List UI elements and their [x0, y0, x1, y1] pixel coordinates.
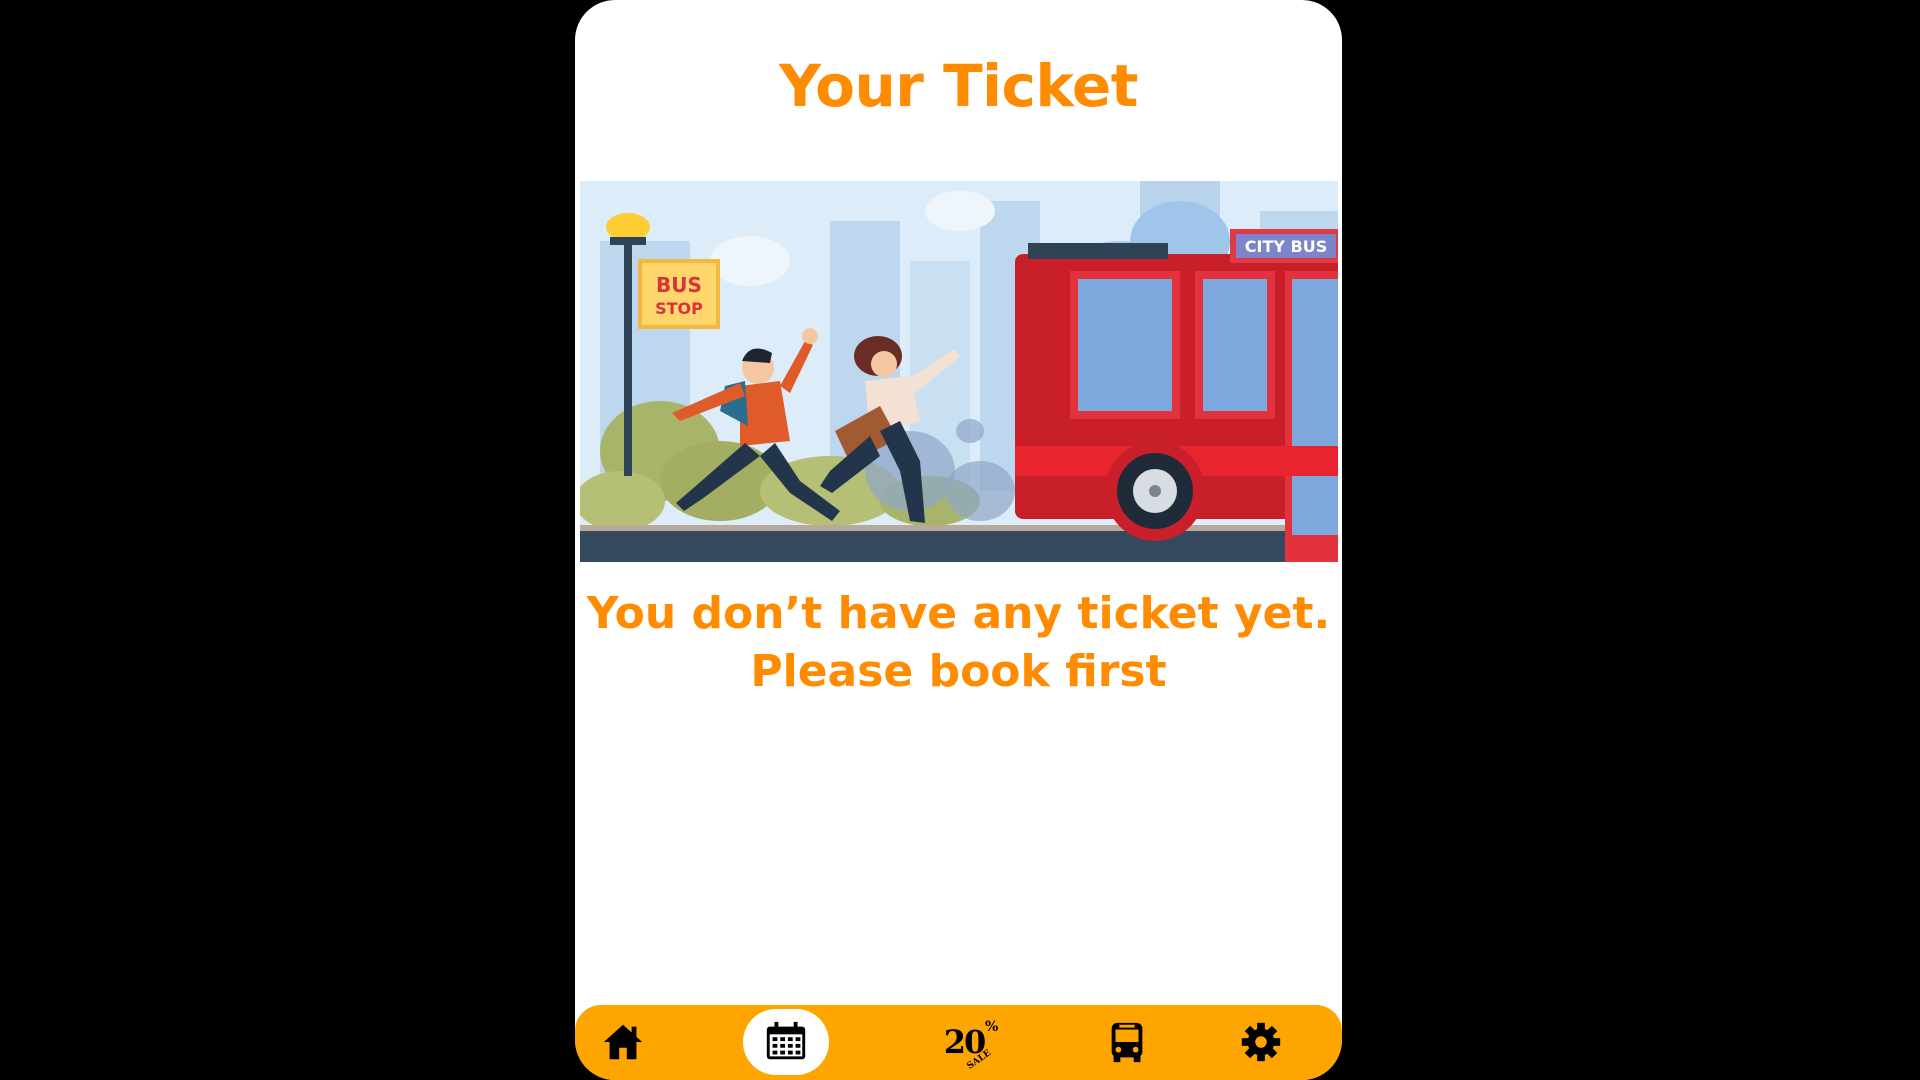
home-icon	[603, 1024, 643, 1060]
phone-screen: Your Ticket BUS STOP CITY BUS You don’t …	[575, 0, 1342, 1080]
bus-stop-sign-line2: STOP	[655, 299, 703, 318]
nav-sale[interactable]: 20 % SALE	[921, 1009, 1007, 1075]
page-title: Your Ticket	[778, 52, 1139, 120]
city-bus-sign: CITY BUS	[1245, 237, 1327, 256]
empty-ticket-illustration: BUS STOP CITY BUS	[580, 181, 1338, 562]
sale-percent: %	[984, 1019, 999, 1035]
empty-state-line2: Please book first	[750, 646, 1167, 697]
gear-icon	[1241, 1022, 1281, 1062]
nav-calendar[interactable]	[743, 1009, 829, 1075]
bottom-nav-bar: 20 % SALE	[575, 1005, 1342, 1080]
empty-state-message: You don’t have any ticket yet. Please bo…	[575, 585, 1342, 701]
bus-icon	[1111, 1022, 1143, 1063]
nav-bus[interactable]	[1084, 1009, 1170, 1075]
bus-stop-sign-line1: BUS	[656, 273, 702, 297]
nav-settings[interactable]	[1218, 1009, 1304, 1075]
nav-home[interactable]	[580, 1009, 666, 1075]
empty-state-line1: You don’t have any ticket yet.	[586, 588, 1331, 639]
calendar-icon	[766, 1021, 806, 1060]
sale-20-percent-icon: 20 % SALE	[944, 1019, 999, 1072]
